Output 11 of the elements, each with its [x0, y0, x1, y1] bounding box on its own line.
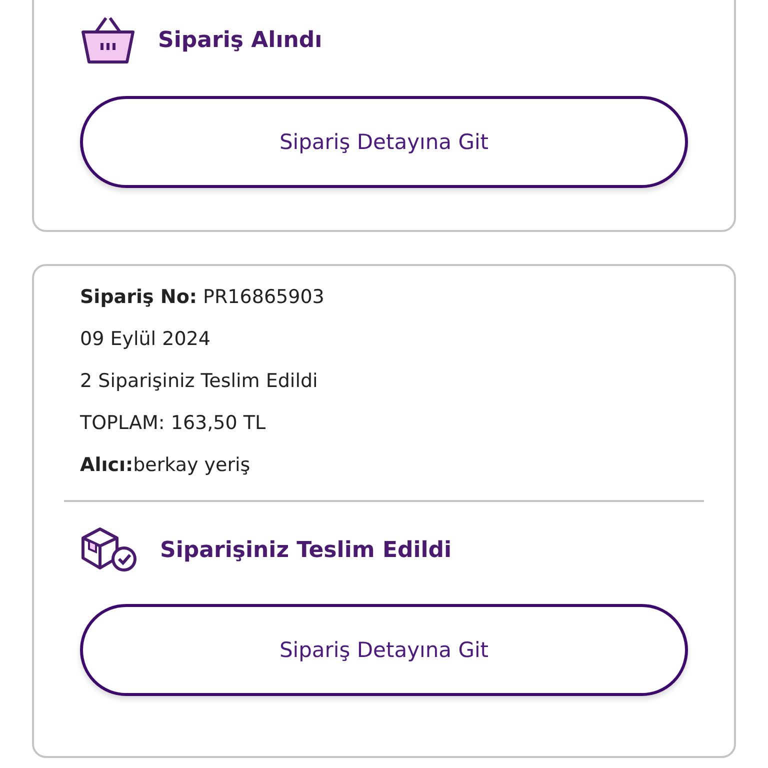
order-detail: Sipariş No: PR16865903 — [80, 285, 326, 310]
order-detail-button[interactable]: Sipariş Detayına Git — [80, 604, 688, 696]
basket-icon — [80, 14, 136, 66]
order-detail: 2 Siparişiniz Teslim Edildi — [80, 369, 319, 394]
package-check-icon — [80, 526, 138, 574]
order-detail: TOPLAM: 163,50 TL — [80, 411, 267, 436]
order-detail-button[interactable]: Sipariş Detayına Git — [80, 96, 688, 188]
status-title: Siparişiniz Teslim Edildi — [160, 538, 452, 562]
order-detail: 09 Eylül 2024 — [80, 327, 212, 352]
status-title: Sipariş Alındı — [158, 28, 322, 52]
order-detail: Alıcı:berkay yeriş — [80, 453, 252, 478]
